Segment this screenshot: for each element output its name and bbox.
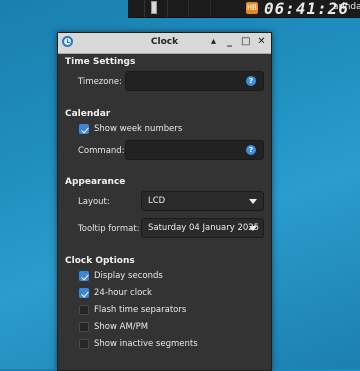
tooltip-format-dropdown[interactable]: Saturday 04 January 2025 <box>141 218 264 238</box>
tooltip-format-label: Tooltip format: <box>78 224 140 234</box>
section-title-calendar: Calendar <box>65 109 111 119</box>
command-field[interactable]: ? <box>125 140 264 160</box>
chevron-down-icon <box>249 226 257 231</box>
close-button[interactable]: ✕ <box>257 36 266 47</box>
command-label: Command: <box>78 146 125 156</box>
section-title-clock-options: Clock Options <box>65 256 135 266</box>
help-icon[interactable]: ? <box>246 145 256 155</box>
help-icon[interactable]: ? <box>246 76 256 86</box>
checkbox-label: Display seconds <box>94 271 163 281</box>
workspace-pager[interactable] <box>144 0 168 17</box>
checkbox-box[interactable] <box>79 271 89 281</box>
timezone-label: Timezone: <box>78 77 122 87</box>
layout-value: LCD <box>148 196 166 206</box>
shade-button[interactable]: ▴ <box>209 36 218 47</box>
checkbox-label: Show AM/PM <box>94 322 149 332</box>
checkbox-box[interactable] <box>79 339 89 349</box>
show-week-numbers-checkbox[interactable]: Show week numbers <box>79 123 182 135</box>
flash-time-separators-checkbox[interactable]: Flash time separators <box>79 304 186 316</box>
display-seconds-checkbox[interactable]: Display seconds <box>79 270 163 282</box>
section-title-appearance: Appearance <box>65 177 126 187</box>
timezone-field[interactable]: ? <box>125 71 264 91</box>
checkbox-box[interactable] <box>79 322 89 332</box>
layout-dropdown[interactable]: LCD <box>141 191 264 211</box>
checkbox-box[interactable] <box>79 305 89 315</box>
show-inactive-segments-checkbox[interactable]: Show inactive segments <box>79 338 198 350</box>
24-hour-clock-checkbox[interactable]: 24-hour clock <box>79 287 152 299</box>
layout-label: Layout: <box>78 197 110 207</box>
orange-app-icon[interactable]: HB <box>246 2 258 14</box>
checkbox-label: Show week numbers <box>94 124 183 134</box>
minimize-button[interactable]: _ <box>225 36 234 47</box>
chevron-down-icon <box>249 199 257 204</box>
tooltip-format-value: Saturday 04 January 2025 <box>148 223 260 233</box>
clock-settings-dialog: Clock ▴ _ □ ✕ Time Settings Timezone: ? … <box>57 32 272 371</box>
panel-separator <box>210 0 211 17</box>
checkbox-box[interactable] <box>79 288 89 298</box>
show-am-pm-checkbox[interactable]: Show AM/PM <box>79 321 148 333</box>
dialog-body: Time Settings Timezone: ? Calendar Show … <box>58 54 271 370</box>
checkbox-label: 24-hour clock <box>94 288 152 298</box>
workspace-indicator[interactable] <box>151 1 157 14</box>
checkbox-label: Show inactive segments <box>94 339 198 349</box>
checkbox-box[interactable] <box>79 124 89 134</box>
section-title-time-settings: Time Settings <box>65 57 136 67</box>
maximize-button[interactable]: □ <box>241 36 250 47</box>
panel-separator <box>188 0 189 17</box>
titlebar[interactable]: Clock ▴ _ □ ✕ <box>58 33 271 54</box>
checkbox-label: Flash time separators <box>94 305 187 315</box>
panel-username[interactable]: arindam <box>333 2 360 12</box>
top-panel: HB 06:41:26 arindam <box>128 0 360 18</box>
